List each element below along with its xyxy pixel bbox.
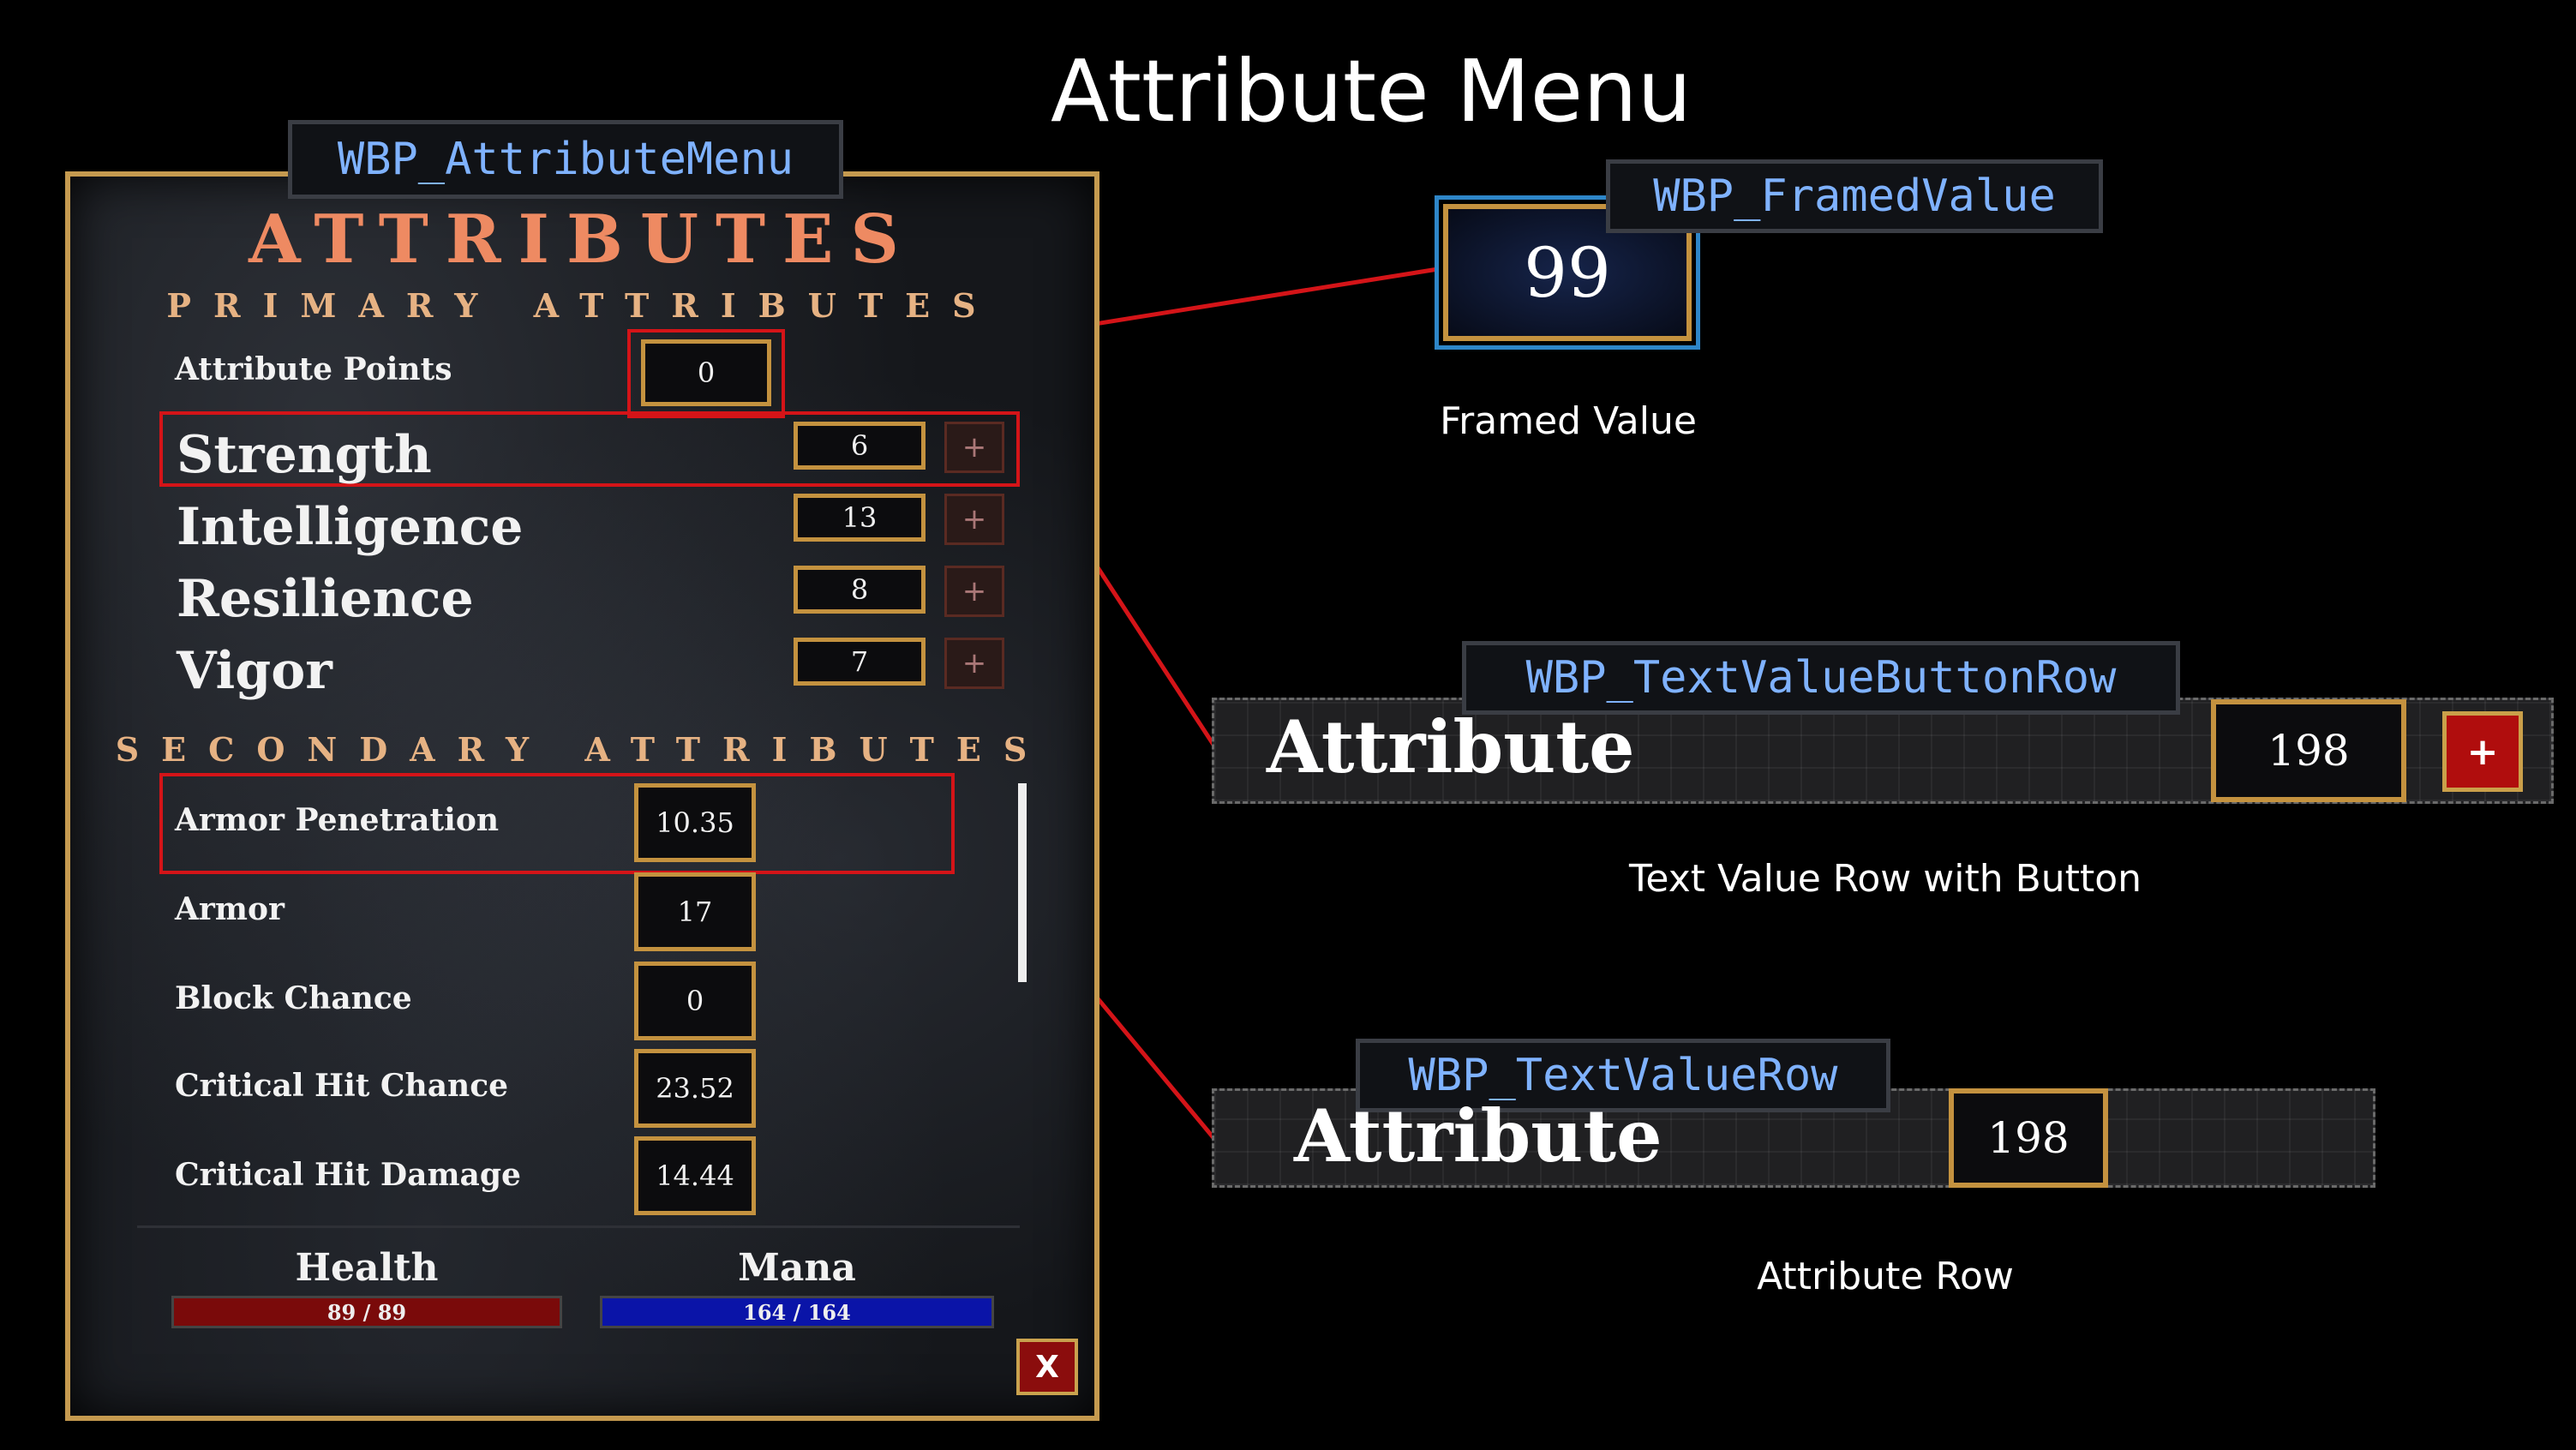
primary-value-strength: 6 [794,422,926,470]
secondary-scrollbar[interactable] [1018,783,1027,982]
secondary-label-critical-hit-chance: Critical Hit Chance [175,1068,509,1104]
health-label: Health [295,1246,439,1290]
primary-label-vigor: Vigor [177,641,332,701]
primary-label-strength: Strength [177,425,432,485]
mana-bar-text: 164 / 164 [743,1299,851,1325]
increase-resilience-button[interactable]: + [944,566,1004,617]
increase-vigor-button[interactable]: + [944,638,1004,689]
value-row-label: Attribute [1294,1093,1662,1178]
primary-value-intelligence: 13 [794,494,926,542]
secondary-value-armor-penetration: 10.35 [634,783,756,862]
value-row-value: 198 [1949,1088,2108,1188]
label-attribute-menu: WBP_AttributeMenu [288,120,843,199]
primary-attributes-title: PRIMARY ATTRIBUTES [166,286,998,325]
primary-value-resilience: 8 [794,566,926,614]
secondary-label-armor: Armor [175,891,285,927]
primary-label-resilience: Resilience [177,569,474,629]
framed-value-number: 99 [1524,232,1611,313]
button-row-value: 198 [2211,699,2406,802]
button-row-plus-button[interactable]: + [2442,711,2523,792]
list-divider [137,1225,1020,1228]
attribute-points-label: Attribute Points [175,351,452,387]
secondary-value-armor: 17 [634,872,756,951]
increase-strength-button[interactable]: + [944,422,1004,473]
secondary-value-critical-hit-chance: 23.52 [634,1049,756,1128]
increase-intelligence-button[interactable]: + [944,494,1004,545]
label-framed-value: WBP_FramedValue [1606,159,2103,233]
health-bar-text: 89 / 89 [326,1299,407,1325]
secondary-value-block-chance: 0 [634,962,756,1040]
secondary-label-armor-penetration: Armor Penetration [175,802,499,838]
secondary-value-critical-hit-damage: 14.44 [634,1136,756,1215]
secondary-label-critical-hit-damage: Critical Hit Damage [175,1157,521,1193]
framed-value-caption: Framed Value [1440,399,1697,443]
secondary-label-block-chance: Block Chance [175,980,412,1016]
primary-value-vigor: 7 [794,638,926,686]
menu-title: ATTRIBUTES [249,201,916,279]
attribute-points-value: 0 [641,339,771,406]
button-row-caption: Text Value Row with Button [1629,857,2142,901]
mana-label: Mana [738,1246,856,1290]
value-row-caption: Attribute Row [1757,1255,2014,1298]
close-button[interactable]: X [1016,1339,1078,1395]
health-bar: 89 / 89 [171,1296,562,1328]
button-row-label: Attribute [1267,704,1635,789]
mana-bar: 164 / 164 [600,1296,994,1328]
primary-label-intelligence: Intelligence [177,497,524,557]
secondary-attributes-title: SECONDARY ATTRIBUTES [115,730,1050,769]
